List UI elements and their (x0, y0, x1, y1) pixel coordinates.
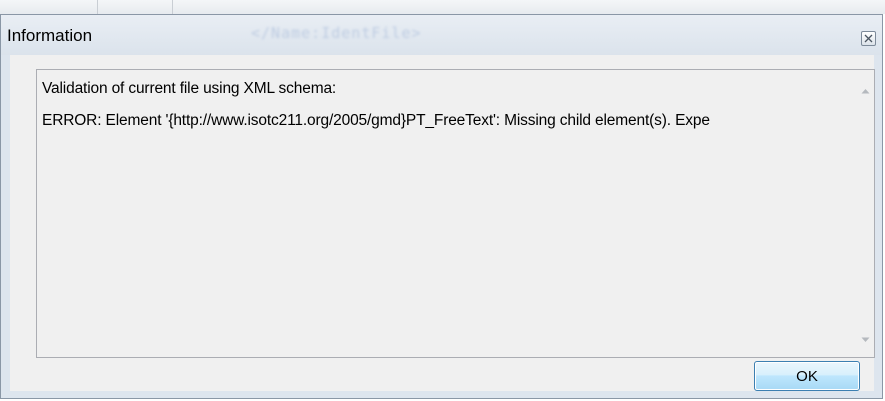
close-button[interactable] (861, 31, 876, 46)
message-content: Validation of current file using XML sch… (37, 70, 857, 357)
background-divider (97, 0, 98, 14)
vertical-scrollbar[interactable] (857, 70, 874, 357)
scroll-down-arrow-icon[interactable] (861, 337, 870, 343)
dialog-title: Information (7, 26, 93, 45)
ok-button[interactable]: OK (754, 361, 860, 391)
close-icon (864, 34, 873, 43)
scroll-up-arrow-icon[interactable] (861, 88, 870, 94)
dialog-body: Validation of current file using XML sch… (10, 55, 875, 391)
information-dialog: </Name:IdentFile> Information Validation… (0, 14, 883, 399)
message-textbox[interactable]: Validation of current file using XML sch… (36, 69, 875, 358)
message-line-validation: Validation of current file using XML sch… (42, 80, 337, 97)
background-window-strip (0, 0, 885, 14)
background-title-ghost: </Name:IdentFile> (251, 24, 422, 42)
background-divider (172, 0, 173, 14)
message-line-error: ERROR: Element '{http://www.isotc211.org… (42, 112, 710, 129)
dialog-titlebar[interactable]: </Name:IdentFile> Information (1, 15, 882, 55)
